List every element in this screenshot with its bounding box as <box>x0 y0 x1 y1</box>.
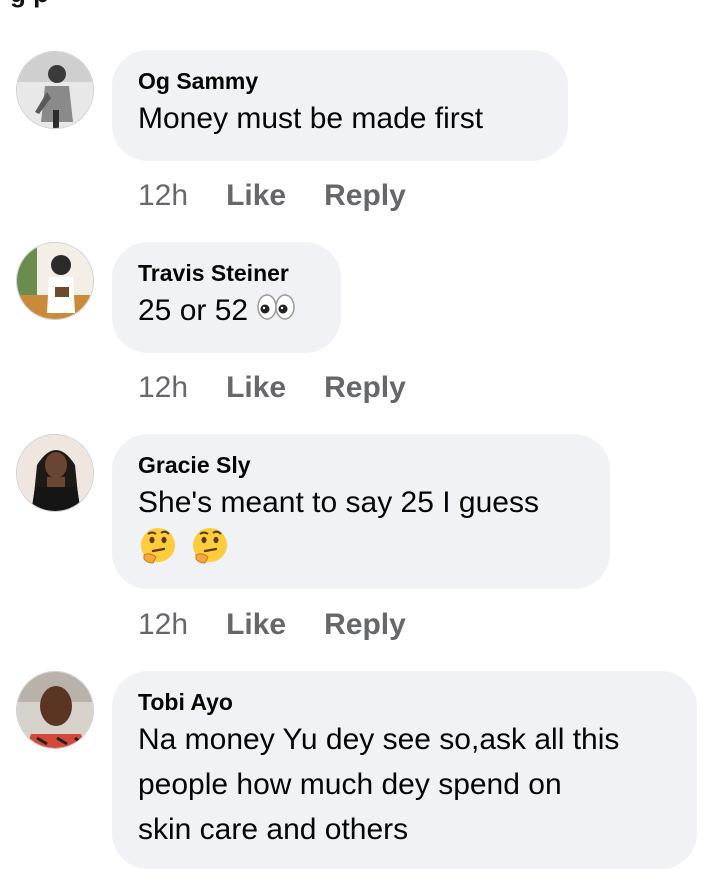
comment-text: She's meant to say 25 I guess <box>138 486 539 519</box>
comment-text-content: 25 or 52 <box>138 294 249 327</box>
thinking-face-icon <box>138 525 178 577</box>
avatar[interactable] <box>16 242 94 320</box>
comment-text: Money must be made first <box>138 102 484 135</box>
comment-actions: 12h Like Reply <box>138 607 406 643</box>
comment-timestamp[interactable]: 12h <box>138 179 188 212</box>
like-button[interactable]: Like <box>226 371 286 404</box>
avatar[interactable] <box>16 671 94 749</box>
like-button[interactable]: Like <box>226 608 286 641</box>
thinking-face-icon <box>190 525 230 577</box>
cropped-header-text: g p <box>10 0 49 8</box>
comment-text-line: Na money Yu dey see so,ask all this <box>138 723 620 756</box>
emoji-row <box>138 525 584 577</box>
comment-text-line: people how much dey spend on <box>138 768 562 801</box>
comment-text: 25 or 52 <box>138 288 315 335</box>
avatar[interactable] <box>16 51 94 129</box>
comment-timestamp[interactable]: 12h <box>138 371 188 404</box>
comment-author[interactable]: Travis Steiner <box>138 258 315 288</box>
comment-actions: 12h Like Reply <box>138 370 406 406</box>
comment-bubble: Gracie Sly She's meant to say 25 I guess <box>112 434 610 589</box>
comment-author[interactable]: Og Sammy <box>138 66 542 96</box>
eyes-emoji-icon <box>256 290 296 335</box>
comment-bubble: Og Sammy Money must be made first <box>112 50 568 161</box>
comment-actions: 12h Like Reply <box>138 178 406 214</box>
reply-button[interactable]: Reply <box>324 371 406 404</box>
comment-bubble: Travis Steiner 25 or 52 <box>112 242 341 353</box>
reply-button[interactable]: Reply <box>324 608 406 641</box>
comment-timestamp[interactable]: 12h <box>138 608 188 641</box>
like-button[interactable]: Like <box>226 179 286 212</box>
avatar[interactable] <box>16 434 94 512</box>
reply-button[interactable]: Reply <box>324 179 406 212</box>
comment-author[interactable]: Gracie Sly <box>138 450 584 480</box>
comment-text-line: skin care and others <box>138 813 409 846</box>
comment-bubble: Tobi Ayo Na money Yu dey see so,ask all … <box>112 671 697 869</box>
comment-author[interactable]: Tobi Ayo <box>138 687 671 717</box>
